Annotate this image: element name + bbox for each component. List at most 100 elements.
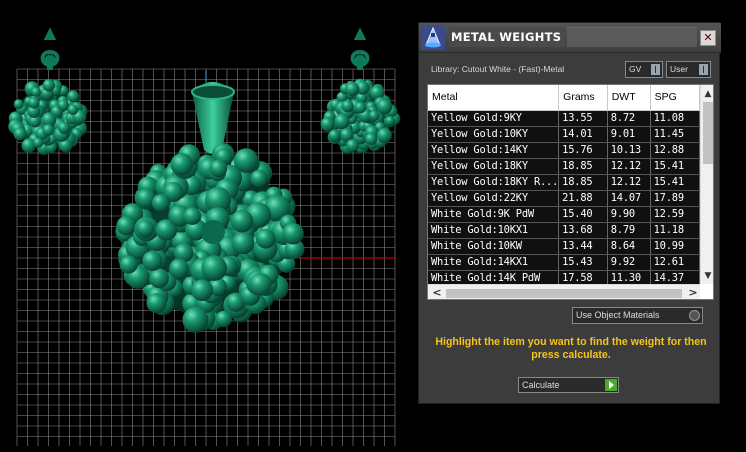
table-row[interactable]: Yellow Gold:10KY 14.01 9.01 11.45 xyxy=(428,126,700,143)
spg-cell: 11.45 xyxy=(650,126,700,143)
pendant-bead xyxy=(136,219,155,238)
pendant-bead xyxy=(116,216,136,236)
left-earring-bead xyxy=(57,99,69,111)
right-earring-bead xyxy=(365,132,378,146)
table-row[interactable]: Yellow Gold:14KY 15.76 10.13 12.88 xyxy=(428,142,700,159)
right-earring-bead xyxy=(376,98,393,115)
object-materials-dropdown[interactable]: Use Object Materials xyxy=(572,307,703,324)
spg-cell: 11.08 xyxy=(650,110,700,127)
pendant-bead xyxy=(146,292,167,314)
metal-cell: Yellow Gold:9KY xyxy=(428,110,560,127)
left-earring-hook-stem xyxy=(47,56,53,70)
spg-cell: 14.37 xyxy=(650,270,700,284)
right-earring-bead xyxy=(385,115,396,126)
viewport-canvas[interactable] xyxy=(0,0,418,452)
table-row[interactable]: Yellow Gold:22KY 21.88 14.07 17.89 xyxy=(428,190,700,207)
pendant-bead xyxy=(201,255,227,281)
right-earring-hook-stem xyxy=(357,56,363,70)
calculate-label: Calculate xyxy=(522,380,560,390)
grams-cell: 13.68 xyxy=(558,222,608,239)
table-row[interactable]: White Gold:10KW 13.44 8.64 10.99 xyxy=(428,238,700,255)
scroll-right-icon[interactable]: > xyxy=(686,286,700,299)
grams-cell: 15.40 xyxy=(558,206,608,223)
metal-cell: Yellow Gold:10KY xyxy=(428,126,560,143)
pendant-bead xyxy=(169,258,189,279)
spg-cell: 12.88 xyxy=(650,142,700,159)
spg-cell: 15.41 xyxy=(650,158,700,175)
scroll-down-icon[interactable]: ▼ xyxy=(701,269,713,283)
metal-cell: White Gold:10KX1 xyxy=(428,222,560,239)
pendant-bead xyxy=(119,255,138,274)
left-earring-bead xyxy=(42,79,55,92)
dropdown-toggle-icon xyxy=(651,64,660,75)
metal-weights-table[interactable]: Metal Grams DWT SPG Yellow Gold:9KY 13.55… xyxy=(427,84,714,300)
table-row[interactable]: Yellow Gold:18KY 18.85 12.12 15.41 xyxy=(428,158,700,175)
metal-cell: White Gold:10KW xyxy=(428,238,560,255)
left-earring-bead xyxy=(67,104,79,116)
right-earring-bead xyxy=(368,110,380,121)
gv-dropdown[interactable]: GV xyxy=(625,61,663,78)
close-button[interactable]: ✕ xyxy=(700,30,716,46)
right-earring-bead xyxy=(345,82,360,97)
metal-cell: Yellow Gold:14KY xyxy=(428,142,560,159)
right-earring-bead xyxy=(334,113,350,130)
table-row[interactable]: White Gold:14KX1 15.43 9.92 12.61 xyxy=(428,254,700,271)
dropdown-toggle-icon xyxy=(689,310,700,321)
spg-cell: 11.18 xyxy=(650,222,700,239)
vertical-scroll-thumb[interactable] xyxy=(703,102,713,164)
titlebar-spacer xyxy=(567,27,697,47)
grams-cell: 21.88 xyxy=(558,190,608,207)
horizontal-scroll-thumb[interactable] xyxy=(446,289,682,298)
pendant-bail-ring xyxy=(191,84,235,100)
dwt-cell: 8.72 xyxy=(607,110,651,127)
jewelry-model xyxy=(8,27,401,333)
app-icon xyxy=(421,25,445,50)
dwt-cell: 12.12 xyxy=(607,158,651,175)
vertical-scrollbar[interactable]: ▲ ▼ xyxy=(700,85,713,284)
library-label: Library: Cutout White - (Fast)-Metal xyxy=(431,64,565,74)
column-header-grams[interactable]: Grams xyxy=(558,85,608,111)
panel-title: METAL WEIGHTS xyxy=(449,27,565,47)
dwt-cell: 14.07 xyxy=(607,190,651,207)
pendant-bead xyxy=(149,268,170,289)
right-earring-bead xyxy=(376,127,392,144)
horizontal-scrollbar[interactable]: < > xyxy=(428,284,700,299)
panel-titlebar[interactable]: METAL WEIGHTS ✕ xyxy=(419,23,721,53)
scroll-left-icon[interactable]: < xyxy=(430,286,444,299)
3d-viewport[interactable] xyxy=(0,0,418,452)
right-earring-bead xyxy=(346,139,359,152)
play-icon xyxy=(605,379,617,391)
table-row[interactable]: White Gold:14K PdW 17.58 11.30 14.37 xyxy=(428,270,700,284)
close-icon: ✕ xyxy=(703,31,713,44)
pendant-bead xyxy=(151,194,170,212)
column-header-dwt[interactable]: DWT xyxy=(607,85,651,111)
pendant-bead xyxy=(233,148,259,173)
table-row[interactable]: White Gold:10KX1 13.68 8.79 11.18 xyxy=(428,222,700,239)
right-earring-bead xyxy=(328,129,341,142)
grams-cell: 18.85 xyxy=(558,174,608,191)
dwt-cell: 9.90 xyxy=(607,206,651,223)
column-header-spg[interactable]: SPG xyxy=(650,85,700,111)
grams-cell: 18.85 xyxy=(558,158,608,175)
column-header-metal[interactable]: Metal xyxy=(428,85,560,111)
pendant-bead xyxy=(191,279,213,302)
left-earring-bead xyxy=(33,137,44,148)
spg-cell: 17.89 xyxy=(650,190,700,207)
table-row[interactable]: Yellow Gold:9KY 13.55 8.72 11.08 xyxy=(428,110,700,127)
pendant-bead xyxy=(250,169,268,188)
metal-cell: Yellow Gold:18KY xyxy=(428,158,560,175)
table-row[interactable]: Yellow Gold:18KY R... 18.85 12.12 15.41 xyxy=(428,174,700,191)
grams-cell: 15.76 xyxy=(558,142,608,159)
metal-cell: Yellow Gold:18KY R... xyxy=(428,174,560,191)
user-dropdown[interactable]: User xyxy=(666,61,711,78)
metal-cell: Yellow Gold:22KY xyxy=(428,190,560,207)
user-dropdown-label: User xyxy=(670,64,688,74)
left-earring-bead xyxy=(31,87,41,97)
left-earring-bead xyxy=(67,90,80,103)
dwt-cell: 8.64 xyxy=(607,238,651,255)
table-row[interactable]: White Gold:9K PdW 15.40 9.90 12.59 xyxy=(428,206,700,223)
pendant-bead xyxy=(170,153,193,176)
scroll-up-icon[interactable]: ▲ xyxy=(701,87,713,101)
pendant-bead xyxy=(282,222,304,245)
calculate-button[interactable]: Calculate xyxy=(518,377,619,393)
